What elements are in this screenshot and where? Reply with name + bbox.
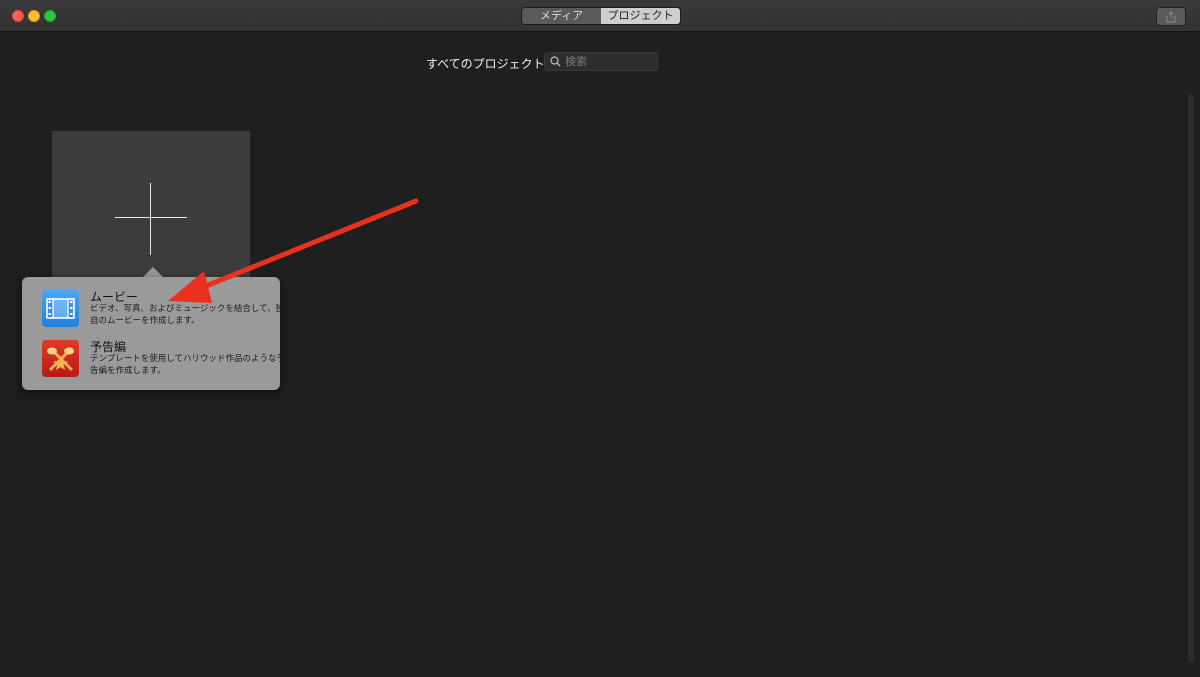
film-strip-icon: [42, 290, 79, 327]
search-field[interactable]: [544, 52, 658, 71]
vertical-scrollbar[interactable]: [1188, 94, 1194, 662]
share-button[interactable]: [1156, 7, 1186, 26]
tab-media[interactable]: メディア: [522, 8, 601, 24]
fullscreen-window-button[interactable]: [44, 10, 56, 22]
project-filter-popup[interactable]: すべてのプロジェクト⌃⌄: [426, 55, 562, 72]
search-input[interactable]: [565, 55, 655, 68]
menu-item-movie[interactable]: ムービー ビデオ、写真、およびミュージックを結合して、独自のムービーを作成します…: [41, 288, 284, 332]
new-project-popover: ムービー ビデオ、写真、およびミュージックを結合して、独自のムービーを作成します…: [22, 277, 285, 390]
search-icon: [550, 56, 561, 67]
window-titlebar: メディア プロジェクト: [0, 0, 1200, 32]
project-filter-label: すべてのプロジェクト: [426, 57, 545, 71]
menu-item-description: ビデオ、写真、およびミュージックを結合して、独自のムービーを作成します。: [90, 304, 285, 326]
share-icon: [1166, 10, 1176, 22]
popover-pointer: [143, 267, 163, 277]
spotlight-star-icon: [42, 340, 79, 377]
minimize-window-button[interactable]: [28, 10, 40, 22]
new-project-tile[interactable]: [52, 131, 250, 281]
menu-item-trailer[interactable]: 予告編 テンプレートを使用してハリウッド作品のような予告編を作成します。: [41, 338, 285, 382]
plus-icon-vertical: [150, 183, 151, 255]
view-switcher: メディア プロジェクト: [521, 7, 681, 25]
close-window-button[interactable]: [12, 10, 24, 22]
tab-projects[interactable]: プロジェクト: [601, 8, 680, 24]
menu-item-description: テンプレートを使用してハリウッド作品のような予告編を作成します。: [90, 354, 285, 376]
plus-icon: [115, 217, 187, 218]
